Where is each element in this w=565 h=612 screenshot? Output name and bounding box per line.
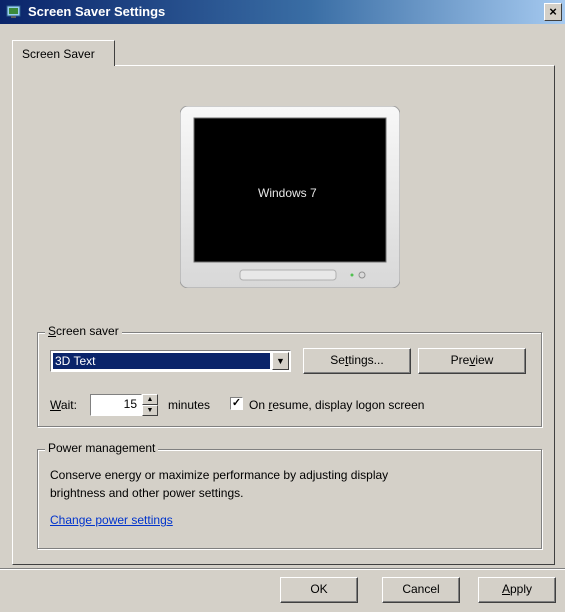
power-description-line1: Conserve energy or maximize performance … (50, 468, 389, 482)
cancel-button[interactable]: Cancel (382, 577, 460, 603)
resume-logon-checkbox[interactable]: ✓ (230, 397, 243, 410)
minutes-label: minutes (168, 398, 211, 412)
checkmark-icon: ✓ (231, 397, 242, 409)
resume-logon-label[interactable]: On resume, display logon screen (249, 398, 424, 412)
wait-label: Wait: (50, 398, 77, 412)
tab-screen-saver[interactable]: Screen Saver (12, 40, 115, 66)
title-bar[interactable]: Screen Saver Settings × (0, 0, 565, 24)
chevron-down-icon[interactable]: ▼ (272, 352, 289, 370)
power-description-line2: brightness and other power settings. (50, 486, 244, 500)
apply-button[interactable]: Apply (478, 577, 556, 603)
close-button[interactable]: × (544, 3, 562, 21)
settings-button[interactable]: Settings... (303, 348, 411, 374)
wait-spinner[interactable]: ▲ ▼ (142, 394, 158, 416)
screen-saver-selected-value: 3D Text (53, 353, 270, 369)
preview-button[interactable]: Preview (418, 348, 526, 374)
ok-button[interactable]: OK (280, 577, 358, 603)
footer-separator (0, 568, 565, 570)
tab-label: Screen Saver (22, 47, 95, 61)
monitor-preview-text: Windows 7 (258, 186, 317, 200)
screen-saver-icon (6, 5, 21, 18)
close-icon: × (549, 4, 557, 19)
screen-saver-legend: Screen saver (45, 324, 122, 338)
change-power-settings-link[interactable]: Change power settings (50, 513, 173, 527)
spin-up-icon[interactable]: ▲ (142, 394, 158, 405)
screen-saver-dropdown[interactable]: 3D Text ▼ (50, 350, 291, 372)
spin-down-icon[interactable]: ▼ (142, 405, 158, 416)
power-management-legend: Power management (45, 441, 159, 455)
wait-minutes-input[interactable]: 15 (90, 394, 142, 416)
window-title: Screen Saver Settings (28, 4, 166, 19)
